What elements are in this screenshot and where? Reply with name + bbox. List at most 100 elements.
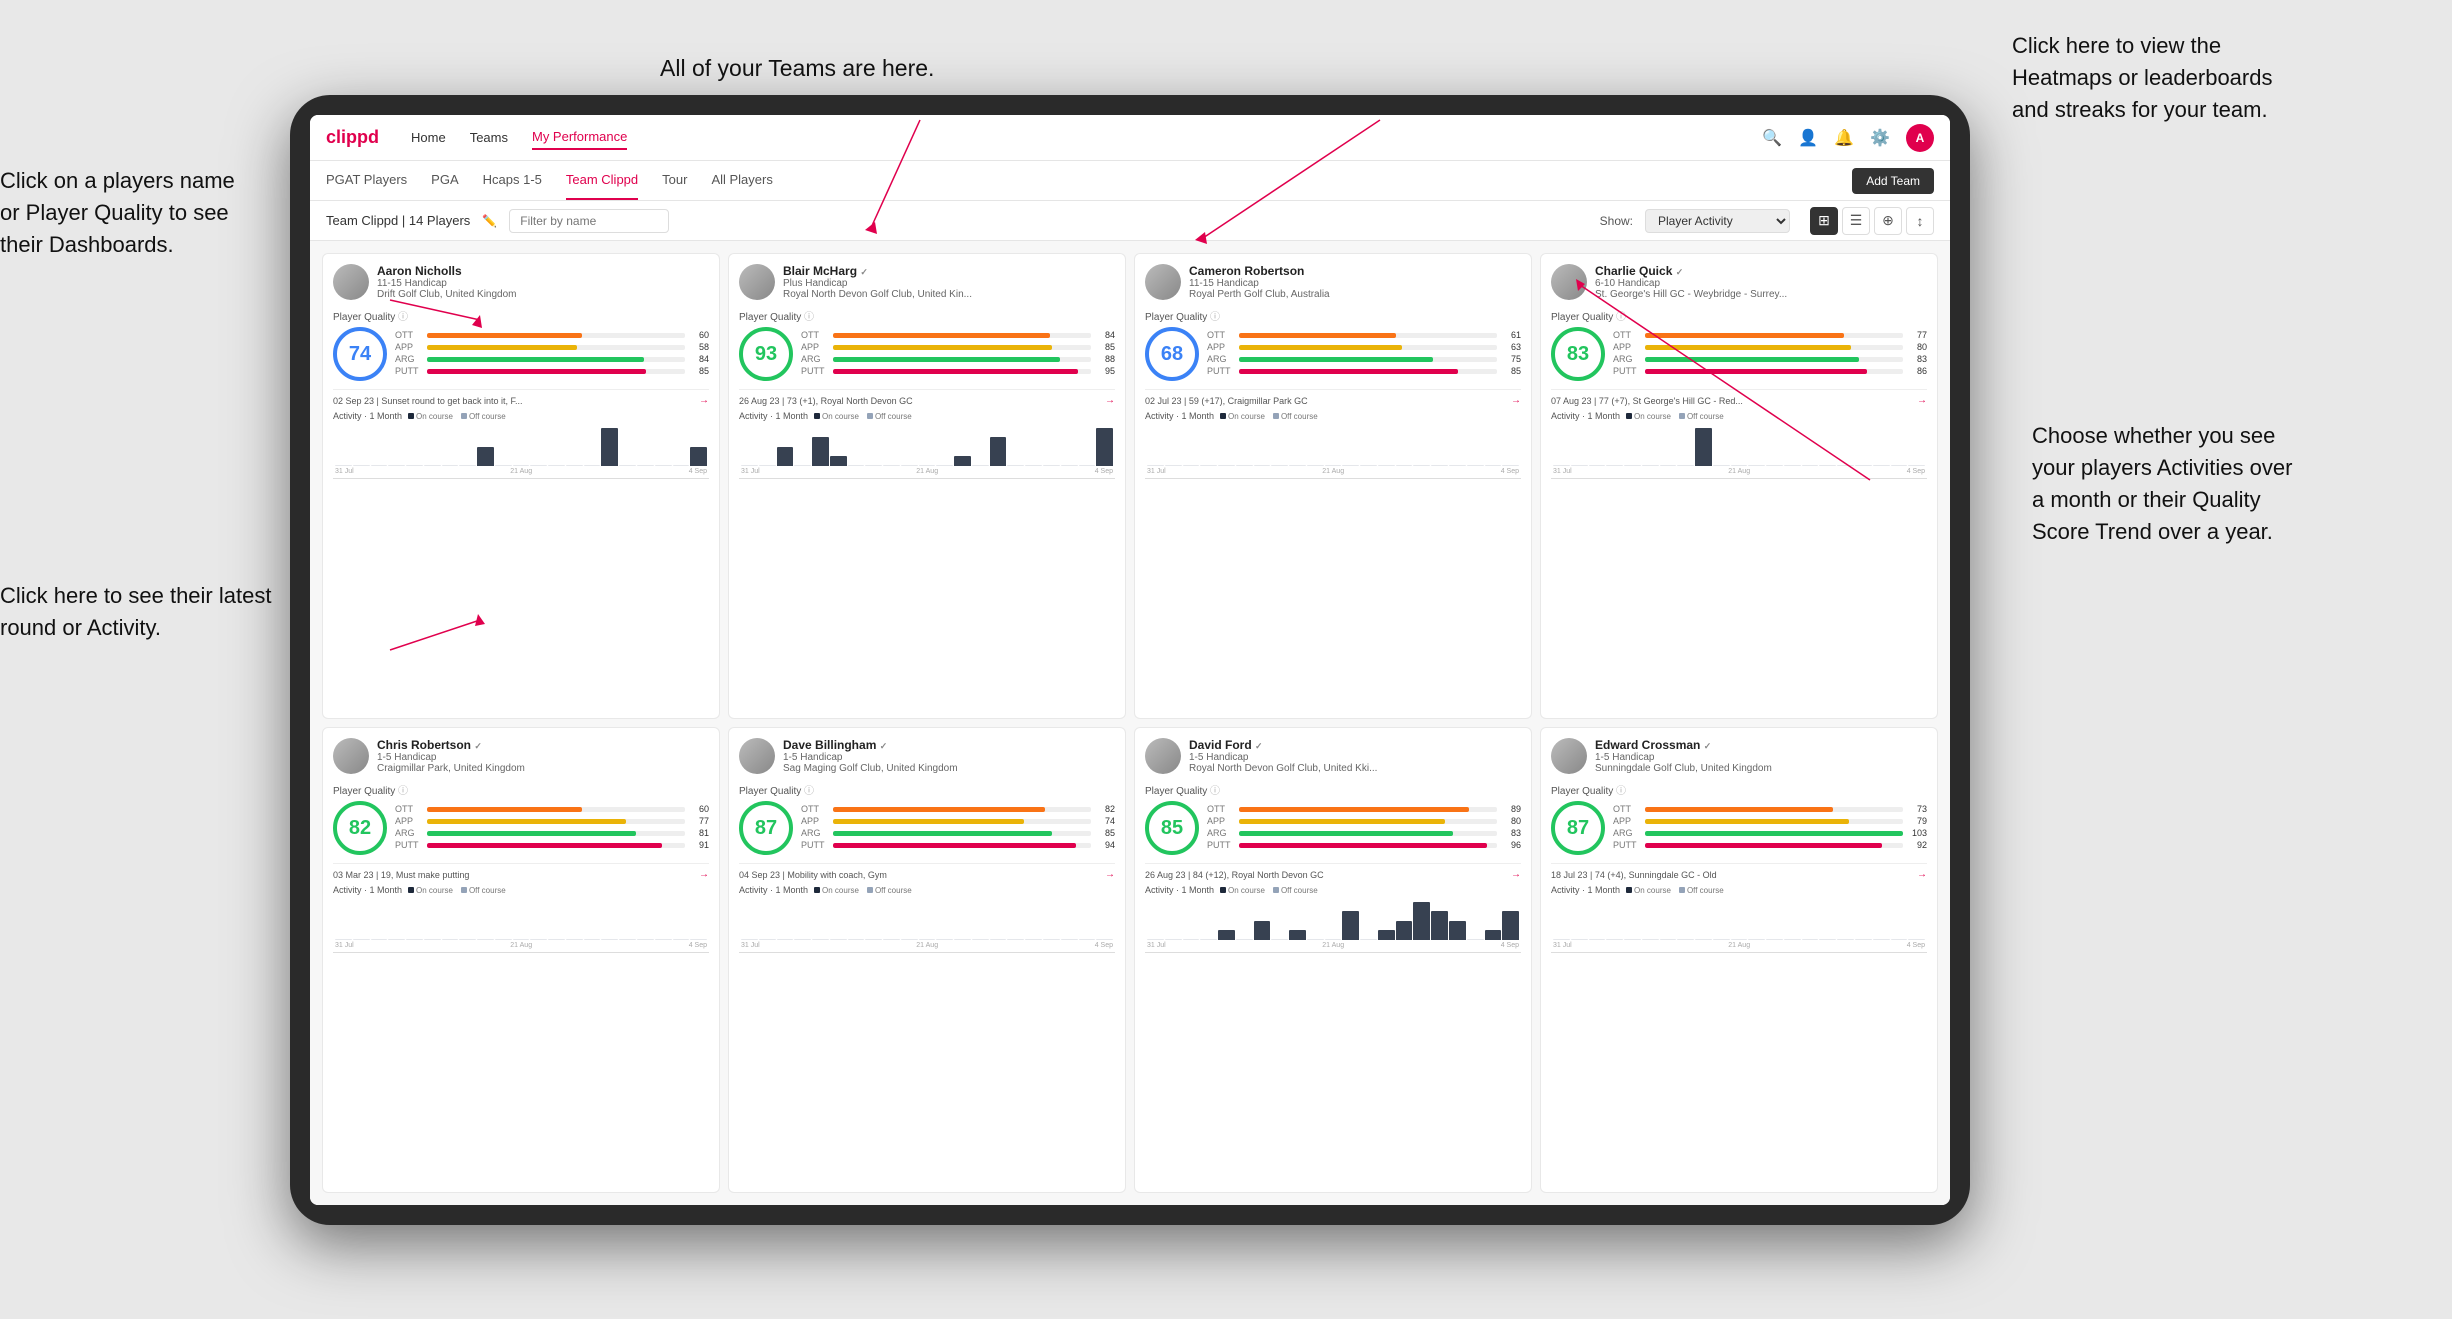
latest-round-3[interactable]: 07 Aug 23 | 77 (+7), St George's Hill GC…	[1551, 389, 1927, 406]
stats-grid-3: OTT77 APP80 ARG83 PUTT86	[1613, 330, 1927, 378]
stats-grid-4: OTT60 APP77 ARG81 PUTT91	[395, 804, 709, 852]
player-handicap-6: 1-5 Handicap	[1189, 752, 1521, 763]
edit-icon[interactable]: ✏️	[482, 214, 497, 228]
ann-heatmaps: Click here to view theHeatmaps or leader…	[2012, 30, 2352, 126]
activity-section-0: Activity · 1 Month On course Off course …	[333, 411, 709, 479]
chart-area-7: 31 Jul 21 Aug 4 Sep	[1551, 898, 1927, 953]
show-select[interactable]: Player Activity Quality Score Trend	[1645, 209, 1790, 233]
quality-circle-3[interactable]: 83	[1551, 327, 1605, 381]
activity-section-4: Activity · 1 Month On course Off course …	[333, 885, 709, 953]
chart-area-1: 31 Jul 21 Aug 4 Sep	[739, 424, 1115, 479]
nav-link-home[interactable]: Home	[411, 126, 446, 149]
player-info-0: Aaron Nicholls 11-15 Handicap Drift Golf…	[377, 264, 709, 300]
tab-pga[interactable]: PGA	[431, 161, 458, 200]
chart-area-0: 31 Jul 21 Aug 4 Sep	[333, 424, 709, 479]
player-club-1: Royal North Devon Golf Club, United Kin.…	[783, 289, 1115, 300]
player-name-6[interactable]: David Ford ✓	[1189, 738, 1521, 752]
player-card-4[interactable]: Chris Robertson ✓ 1-5 Handicap Craigmill…	[322, 727, 720, 1193]
filter-input[interactable]	[509, 209, 669, 233]
player-info-6: David Ford ✓ 1-5 Handicap Royal North De…	[1189, 738, 1521, 774]
page-wrapper: clippd Home Teams My Performance 🔍 👤 🔔 ⚙…	[0, 0, 2452, 1319]
tab-pgat[interactable]: PGAT Players	[326, 161, 407, 200]
list-view-button[interactable]: ☰	[1842, 207, 1870, 235]
tab-hcaps[interactable]: Hcaps 1-5	[483, 161, 542, 200]
quality-circle-4[interactable]: 82	[333, 801, 387, 855]
player-handicap-1: Plus Handicap	[783, 278, 1115, 289]
player-card-6[interactable]: David Ford ✓ 1-5 Handicap Royal North De…	[1134, 727, 1532, 1193]
player-card-2[interactable]: Cameron Robertson 11-15 Handicap Royal P…	[1134, 253, 1532, 719]
player-card-5[interactable]: Dave Billingham ✓ 1-5 Handicap Sag Magin…	[728, 727, 1126, 1193]
player-header-0: Aaron Nicholls 11-15 Handicap Drift Golf…	[333, 264, 709, 300]
player-card-3[interactable]: Charlie Quick ✓ 6-10 Handicap St. George…	[1540, 253, 1938, 719]
latest-round-7[interactable]: 18 Jul 23 | 74 (+4), Sunningdale GC - Ol…	[1551, 863, 1927, 880]
latest-round-0[interactable]: 02 Sep 23 | Sunset round to get back int…	[333, 389, 709, 406]
player-handicap-0: 11-15 Handicap	[377, 278, 709, 289]
player-name-0[interactable]: Aaron Nicholls	[377, 264, 709, 278]
avatar[interactable]: A	[1906, 124, 1934, 152]
latest-round-5[interactable]: 04 Sep 23 | Mobility with coach, Gym →	[739, 863, 1115, 880]
nav-link-teams[interactable]: Teams	[470, 126, 508, 149]
player-info-7: Edward Crossman ✓ 1-5 Handicap Sunningda…	[1595, 738, 1927, 774]
tab-all-players[interactable]: All Players	[711, 161, 772, 200]
team-header: Team Clippd | 14 Players ✏️ Show: Player…	[310, 201, 1950, 241]
quality-circle-6[interactable]: 85	[1145, 801, 1199, 855]
latest-round-2[interactable]: 02 Jul 23 | 59 (+17), Craigmillar Park G…	[1145, 389, 1521, 406]
ann-teams: All of your Teams are here.	[660, 52, 934, 85]
user-icon[interactable]: 👤	[1798, 128, 1818, 148]
sort-button[interactable]: ↕	[1906, 207, 1934, 235]
quality-label-0: Player Quality ⓘ	[333, 308, 709, 323]
activity-section-3: Activity · 1 Month On course Off course …	[1551, 411, 1927, 479]
quality-circle-1[interactable]: 93	[739, 327, 793, 381]
player-club-0: Drift Golf Club, United Kingdom	[377, 289, 709, 300]
add-team-button[interactable]: Add Team	[1852, 168, 1934, 194]
player-club-4: Craigmillar Park, United Kingdom	[377, 763, 709, 774]
quality-circle-7[interactable]: 87	[1551, 801, 1605, 855]
tab-team-clippd[interactable]: Team Clippd	[566, 161, 638, 200]
search-icon[interactable]: 🔍	[1762, 128, 1782, 148]
player-info-2: Cameron Robertson 11-15 Handicap Royal P…	[1189, 264, 1521, 300]
player-name-5[interactable]: Dave Billingham ✓	[783, 738, 1115, 752]
quality-section-0: 74 OTT60 APP58 ARG84 PUTT85	[333, 327, 709, 381]
player-header-5: Dave Billingham ✓ 1-5 Handicap Sag Magin…	[739, 738, 1115, 774]
stats-grid-7: OTT73 APP79 ARG103 PUTT92	[1613, 804, 1927, 852]
player-name-1[interactable]: Blair McHarg ✓	[783, 264, 1115, 278]
quality-circle-5[interactable]: 87	[739, 801, 793, 855]
player-card-1[interactable]: Blair McHarg ✓ Plus Handicap Royal North…	[728, 253, 1126, 719]
latest-round-6[interactable]: 26 Aug 23 | 84 (+12), Royal North Devon …	[1145, 863, 1521, 880]
quality-section-3: 83 OTT77 APP80 ARG83 PUTT86	[1551, 327, 1927, 381]
ipad-screen: clippd Home Teams My Performance 🔍 👤 🔔 ⚙…	[310, 115, 1950, 1205]
player-club-6: Royal North Devon Golf Club, United Kki.…	[1189, 763, 1521, 774]
latest-round-4[interactable]: 03 Mar 23 | 19, Must make putting →	[333, 863, 709, 880]
quality-circle-0[interactable]: 74	[333, 327, 387, 381]
activity-section-2: Activity · 1 Month On course Off course …	[1145, 411, 1521, 479]
player-info-5: Dave Billingham ✓ 1-5 Handicap Sag Magin…	[783, 738, 1115, 774]
quality-label-5: Player Quality ⓘ	[739, 782, 1115, 797]
player-avatar-1	[739, 264, 775, 300]
player-info-3: Charlie Quick ✓ 6-10 Handicap St. George…	[1595, 264, 1927, 300]
bell-icon[interactable]: 🔔	[1834, 128, 1854, 148]
grid-view-button[interactable]: ⊞	[1810, 207, 1838, 235]
settings-icon[interactable]: ⚙️	[1870, 128, 1890, 148]
quality-circle-2[interactable]: 68	[1145, 327, 1199, 381]
player-name-7[interactable]: Edward Crossman ✓	[1595, 738, 1927, 752]
player-card-0[interactable]: Aaron Nicholls 11-15 Handicap Drift Golf…	[322, 253, 720, 719]
player-name-2[interactable]: Cameron Robertson	[1189, 264, 1521, 278]
player-name-4[interactable]: Chris Robertson ✓	[377, 738, 709, 752]
player-avatar-3	[1551, 264, 1587, 300]
quality-label-2: Player Quality ⓘ	[1145, 308, 1521, 323]
latest-round-1[interactable]: 26 Aug 23 | 73 (+1), Royal North Devon G…	[739, 389, 1115, 406]
tab-tour[interactable]: Tour	[662, 161, 687, 200]
nav-right: 🔍 👤 🔔 ⚙️ A	[1762, 124, 1934, 152]
quality-section-5: 87 OTT82 APP74 ARG85 PUTT94	[739, 801, 1115, 855]
quality-section-6: 85 OTT89 APP80 ARG83 PUTT96	[1145, 801, 1521, 855]
sub-nav: PGAT Players PGA Hcaps 1-5 Team Clippd T…	[310, 161, 1950, 201]
player-name-3[interactable]: Charlie Quick ✓	[1595, 264, 1927, 278]
filter-view-button[interactable]: ⊕	[1874, 207, 1902, 235]
player-card-7[interactable]: Edward Crossman ✓ 1-5 Handicap Sunningda…	[1540, 727, 1938, 1193]
quality-section-4: 82 OTT60 APP77 ARG81 PUTT91	[333, 801, 709, 855]
quality-label-1: Player Quality ⓘ	[739, 308, 1115, 323]
nav-link-performance[interactable]: My Performance	[532, 125, 627, 150]
quality-label-4: Player Quality ⓘ	[333, 782, 709, 797]
player-handicap-7: 1-5 Handicap	[1595, 752, 1927, 763]
stats-grid-0: OTT60 APP58 ARG84 PUTT85	[395, 330, 709, 378]
